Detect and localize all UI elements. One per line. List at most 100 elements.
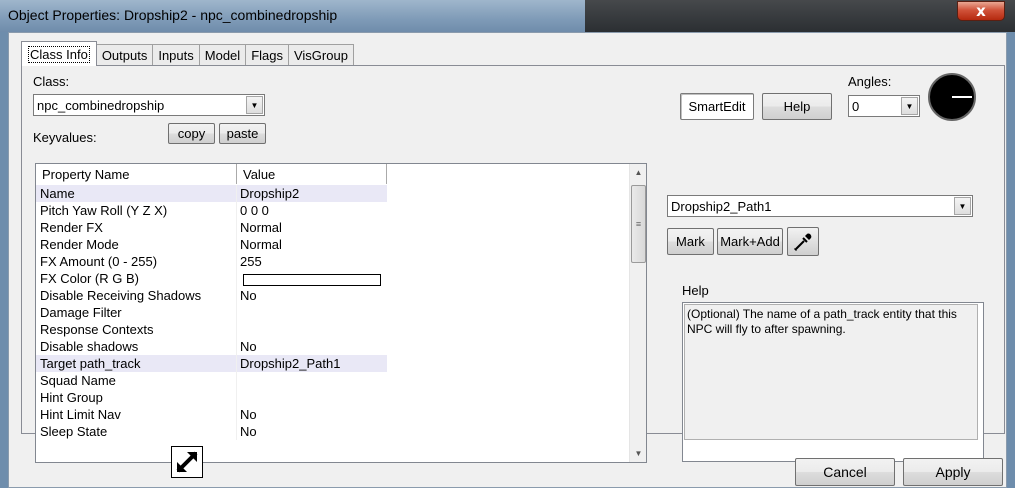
- table-row[interactable]: Damage Filter: [36, 304, 633, 321]
- property-value: Normal: [240, 237, 282, 252]
- table-row[interactable]: Response Contexts: [36, 321, 633, 338]
- tab-flags[interactable]: Flags: [245, 44, 289, 66]
- eyedropper-icon: [794, 233, 812, 251]
- class-value: npc_combinedropship: [37, 97, 165, 113]
- paste-button[interactable]: paste: [219, 123, 266, 144]
- value-combobox[interactable]: Dropship2_Path1 ▼: [667, 195, 973, 217]
- tab-inputs[interactable]: Inputs: [152, 44, 200, 66]
- close-icon: x: [976, 2, 986, 20]
- help-button[interactable]: Help: [762, 93, 832, 120]
- help-heading: Help: [682, 283, 709, 298]
- chevron-down-icon[interactable]: ▼: [246, 96, 263, 114]
- eyedropper-button[interactable]: [787, 227, 819, 256]
- window-title: Object Properties: Dropship2 - npc_combi…: [8, 7, 338, 23]
- angles-combobox[interactable]: 0 ▼: [848, 95, 920, 117]
- property-name: Squad Name: [36, 372, 237, 389]
- class-label: Class:: [33, 74, 70, 89]
- angle-dial-icon[interactable]: [928, 73, 976, 121]
- property-value: [237, 372, 387, 389]
- property-name: Render Mode: [36, 236, 237, 253]
- keyvalues-grid: Property Name Value Name Dropship2 Pitch …: [35, 163, 647, 463]
- column-header-property-name[interactable]: Property Name: [36, 164, 237, 184]
- tab-class-info[interactable]: Class Info: [21, 41, 97, 66]
- property-value: No: [240, 424, 257, 439]
- table-row[interactable]: Sleep State No: [36, 423, 633, 440]
- table-row[interactable]: Disable shadows No: [36, 338, 633, 355]
- property-value: [237, 389, 387, 406]
- grid-header: Property Name Value: [36, 164, 633, 184]
- table-row[interactable]: Render Mode Normal: [36, 236, 633, 253]
- property-value: Dropship2: [237, 185, 387, 202]
- property-value: Normal: [240, 220, 282, 235]
- property-name: FX Amount (0 - 255): [36, 253, 237, 270]
- property-name: Damage Filter: [36, 304, 237, 321]
- column-header-value[interactable]: Value: [237, 164, 387, 184]
- smartedit-button[interactable]: SmartEdit: [680, 93, 754, 120]
- grid-scrollbar[interactable]: ▲ ≡ ▼: [629, 164, 646, 462]
- tab-model[interactable]: Model: [198, 44, 247, 66]
- table-row[interactable]: Name Dropship2: [36, 185, 633, 202]
- background-window-strip: [585, 0, 1015, 32]
- tab-label: VisGroup: [293, 48, 348, 63]
- scroll-up-icon[interactable]: ▲: [630, 164, 646, 181]
- tab-outputs[interactable]: Outputs: [95, 44, 154, 66]
- property-name: Disable Receiving Shadows: [36, 287, 237, 304]
- table-row[interactable]: Render FX Normal: [36, 219, 633, 236]
- angles-value: 0: [852, 98, 860, 114]
- cancel-button[interactable]: Cancel: [795, 458, 895, 486]
- keyvalues-label: Keyvalues:: [33, 130, 97, 145]
- table-row[interactable]: Disable Receiving Shadows No: [36, 287, 633, 304]
- tab-label: Outputs: [101, 48, 148, 63]
- table-row[interactable]: Target path_track Dropship2_Path1: [36, 355, 633, 372]
- grid-rows: Name Dropship2 Pitch Yaw Roll (Y Z X) 0 0 …: [36, 185, 633, 440]
- help-text: (Optional) The name of a path_track enti…: [684, 304, 978, 440]
- table-row[interactable]: Pitch Yaw Roll (Y Z X) 0 0 0: [36, 202, 633, 219]
- property-name: Disable shadows: [36, 338, 237, 355]
- property-value: [237, 270, 387, 287]
- close-button[interactable]: x: [957, 1, 1005, 21]
- property-value: 0 0 0: [240, 203, 269, 218]
- angles-label: Angles:: [848, 74, 892, 89]
- color-swatch[interactable]: [243, 273, 381, 286]
- tab-strip: Class Info Outputs Inputs Model Flags Vi…: [21, 41, 354, 66]
- class-combobox[interactable]: npc_combinedropship ▼: [33, 94, 265, 116]
- property-value: 255: [240, 254, 262, 269]
- property-name: Sleep State: [36, 423, 237, 440]
- copy-button[interactable]: copy: [168, 123, 215, 144]
- chevron-down-icon[interactable]: ▼: [901, 97, 918, 115]
- property-name: Name: [36, 185, 237, 202]
- table-row[interactable]: FX Amount (0 - 255) 255: [36, 253, 633, 270]
- property-value: [237, 304, 387, 321]
- resize-arrow-icon[interactable]: [171, 446, 203, 478]
- scroll-thumb[interactable]: ≡: [631, 185, 646, 263]
- table-row[interactable]: Hint Group: [36, 389, 633, 406]
- property-value: No: [240, 288, 257, 303]
- column-header-empty: [387, 164, 633, 184]
- tab-visgroup[interactable]: VisGroup: [287, 44, 354, 66]
- title-bar[interactable]: Object Properties: Dropship2 - npc_combi…: [0, 0, 1015, 32]
- tab-label: Class Info: [28, 45, 90, 63]
- help-text-box: (Optional) The name of a path_track enti…: [682, 302, 984, 462]
- property-name: Render FX: [36, 219, 237, 236]
- apply-button[interactable]: Apply: [903, 458, 1003, 486]
- table-row[interactable]: Hint Limit Nav No: [36, 406, 633, 423]
- mark-button[interactable]: Mark: [667, 228, 714, 255]
- value-combobox-text: Dropship2_Path1: [671, 198, 772, 214]
- table-row[interactable]: Squad Name: [36, 372, 633, 389]
- object-properties-window: Object Properties: Dropship2 - npc_combi…: [0, 0, 1015, 488]
- tab-label: Inputs: [158, 48, 194, 63]
- property-value: Dropship2_Path1: [237, 355, 387, 372]
- mark-add-button[interactable]: Mark+Add: [717, 228, 783, 255]
- tab-label: Flags: [251, 48, 283, 63]
- scroll-down-icon[interactable]: ▼: [630, 445, 646, 462]
- property-name: Response Contexts: [36, 321, 237, 338]
- property-name: Hint Group: [36, 389, 237, 406]
- property-name: Hint Limit Nav: [36, 406, 237, 423]
- property-value: No: [240, 339, 257, 354]
- property-name: FX Color (R G B): [36, 270, 237, 287]
- chevron-down-icon[interactable]: ▼: [954, 197, 971, 215]
- property-value: [237, 321, 387, 338]
- diagonal-arrow-icon: [176, 451, 198, 473]
- tab-label: Model: [204, 48, 241, 63]
- table-row[interactable]: FX Color (R G B): [36, 270, 633, 287]
